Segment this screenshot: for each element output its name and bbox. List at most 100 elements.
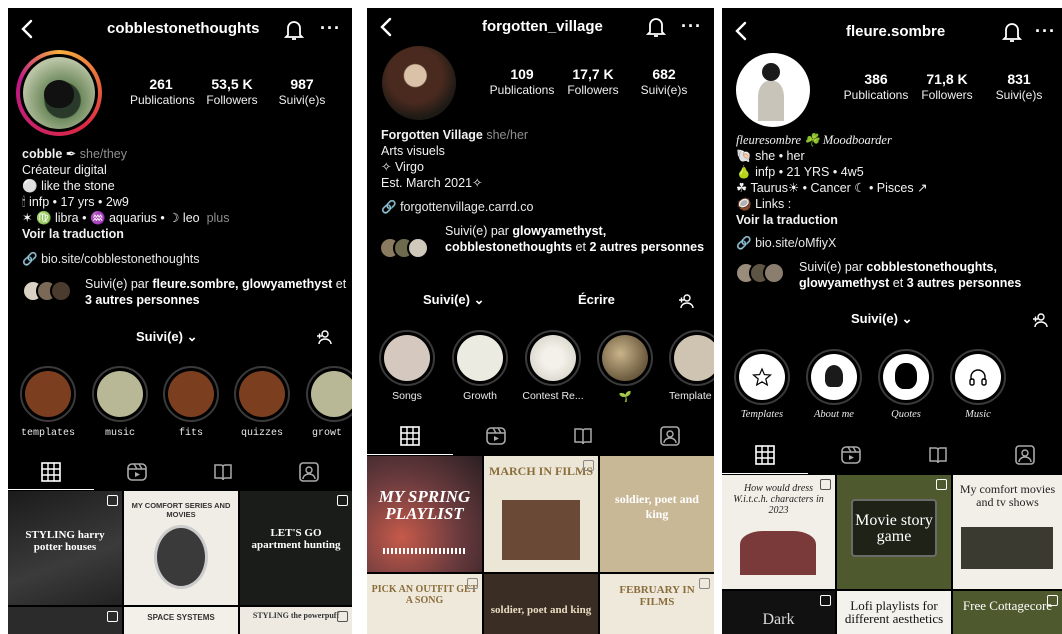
translate-link[interactable]: Voir la traduction — [736, 212, 928, 228]
reels-tab-icon[interactable] — [486, 426, 506, 446]
guides-tab-icon[interactable] — [573, 426, 593, 446]
pear-icon: 🍐 — [736, 165, 752, 179]
post-tile[interactable]: soldier, poet and king — [484, 574, 598, 634]
highlight-template[interactable] — [669, 330, 714, 386]
following-button[interactable]: Suivi(e) ⌄ — [136, 329, 198, 345]
chevron-down-icon: ⌄ — [186, 329, 198, 344]
bio-link[interactable]: 🔗 bio.site/oMfiyX — [736, 236, 836, 251]
active-tab-indicator — [8, 489, 94, 490]
highlight-templates[interactable] — [734, 349, 790, 405]
post-tile[interactable]: Movie story game — [837, 475, 951, 589]
stat-publications[interactable]: 109 Publications — [489, 66, 555, 97]
highlight-label: Music — [965, 409, 991, 420]
bio-link[interactable]: 🔗 forgottenvillage.carrd.co — [381, 200, 533, 215]
post-tile[interactable]: MY COMFORT SERIES AND MOVIES — [124, 491, 238, 605]
bell-icon[interactable] — [646, 16, 666, 38]
add-user-icon[interactable] — [316, 329, 332, 345]
highlight-quizzes[interactable] — [234, 366, 290, 422]
grid-tab-icon[interactable] — [400, 426, 420, 446]
highlight-growth[interactable] — [306, 366, 352, 422]
tagged-tab-icon[interactable] — [660, 426, 680, 446]
back-arrow-icon[interactable] — [18, 18, 36, 40]
guides-tab-icon[interactable] — [213, 462, 233, 482]
profile-avatar[interactable] — [382, 46, 456, 120]
highlight-label: templates — [20, 428, 75, 439]
stat-followers[interactable]: 53,5 K Followers — [203, 76, 261, 107]
highlight-fits[interactable] — [163, 366, 219, 422]
stat-following[interactable]: 831 Suivi(e)s — [990, 71, 1048, 102]
shell-icon: 🐚 — [736, 149, 752, 163]
highlight-label: quizzes — [240, 428, 283, 439]
profile-avatar[interactable] — [16, 50, 102, 136]
post-tile[interactable]: My comfort movies and tv shows — [953, 475, 1062, 589]
add-user-icon[interactable] — [1032, 312, 1048, 328]
profile-username: fleure.sombre — [846, 23, 946, 40]
stat-following[interactable]: 987 Suivi(e)s — [274, 76, 330, 107]
more-options-icon[interactable]: ··· — [681, 16, 702, 37]
post-tile[interactable]: STYLING the powerpuff — [240, 607, 352, 634]
post-tile[interactable]: MARCH IN FILMS — [484, 456, 598, 572]
post-tile[interactable]: Lofi playlists for different aesthetics — [837, 591, 951, 634]
post-tile[interactable]: PICK AN OUTFIT GET A SONG — [367, 574, 482, 634]
post-tile[interactable]: LET'S GO apartment hunting — [240, 491, 352, 605]
more-options-icon[interactable]: ··· — [1035, 21, 1056, 42]
bio-link[interactable]: 🔗 bio.site/cobblestonethoughts — [22, 252, 200, 267]
post-tile[interactable]: FEBRUARY IN FILMS — [600, 574, 714, 634]
back-arrow-icon[interactable] — [732, 20, 750, 42]
post-tile[interactable]: Dark — [722, 591, 835, 634]
highlight-label: About me — [814, 409, 854, 420]
highlight-music[interactable] — [92, 366, 148, 422]
post-tile[interactable]: soldier, poet and king — [600, 456, 714, 572]
highlight-songs[interactable] — [379, 330, 435, 386]
post-tile[interactable] — [8, 607, 122, 634]
tagged-tab-icon[interactable] — [299, 462, 319, 482]
message-button[interactable]: Écrire — [578, 292, 615, 307]
reels-tab-icon[interactable] — [841, 445, 861, 465]
highlight-music[interactable] — [950, 349, 1006, 405]
bell-icon[interactable] — [284, 19, 304, 41]
highlight-label: Growth — [463, 390, 497, 402]
more-options-icon[interactable]: ··· — [320, 18, 341, 39]
following-button[interactable]: Suivi(e) ⌄ — [423, 292, 485, 308]
followed-by-text[interactable]: Suivi(e) par fleure.sombre, glowyamethys… — [85, 276, 347, 308]
post-tile[interactable]: How would dress W.i.t.c.h. characters in… — [722, 475, 835, 589]
guides-tab-icon[interactable] — [928, 445, 948, 465]
post-tile[interactable]: MY SPRING PLAYLIST — [367, 456, 482, 572]
stat-publications[interactable]: 386 Publications — [842, 71, 910, 102]
highlight-growth[interactable] — [452, 330, 508, 386]
stat-publications[interactable]: 261 Publications — [130, 76, 195, 107]
bio-more-link[interactable]: plus — [207, 211, 230, 225]
reels-tab-icon[interactable] — [127, 462, 147, 482]
highlight-label: growt — [312, 428, 343, 439]
stat-followers[interactable]: 71,8 K Followers — [918, 71, 976, 102]
highlight-about-me[interactable] — [806, 349, 862, 405]
highlight-plant[interactable] — [597, 330, 653, 386]
highlight-contest[interactable] — [525, 330, 581, 386]
highlight-templates[interactable] — [20, 366, 76, 422]
post-tile[interactable]: Free Cottagecore — [953, 591, 1062, 634]
stone-icon: ⚪ — [22, 179, 38, 193]
post-tile[interactable]: SPACE SYSTEMS — [124, 607, 238, 634]
profile-username: forgotten_village — [482, 18, 603, 35]
mutual-avatar — [407, 237, 429, 259]
highlight-label: Songs — [392, 390, 422, 402]
following-button[interactable]: Suivi(e) ⌄ — [851, 311, 913, 327]
grid-tab-icon[interactable] — [41, 462, 61, 482]
add-user-icon[interactable] — [678, 293, 694, 309]
translate-link[interactable]: Voir la traduction — [22, 226, 230, 242]
stat-following[interactable]: 682 Suivi(e)s — [635, 66, 693, 97]
profile-avatar[interactable] — [736, 53, 810, 127]
post-tile[interactable]: STYLING harry potter houses — [8, 491, 122, 605]
followed-by-text[interactable]: Suivi(e) par glowyamethyst, cobblestonet… — [445, 223, 707, 255]
bell-icon[interactable] — [1002, 21, 1022, 43]
highlight-quotes[interactable] — [878, 349, 934, 405]
active-tab-indicator — [367, 454, 453, 455]
back-arrow-icon[interactable] — [377, 16, 395, 38]
stat-followers[interactable]: 17,7 K Followers — [563, 66, 623, 97]
mutual-avatar — [50, 280, 72, 302]
chevron-down-icon: ⌄ — [901, 311, 913, 326]
grid-tab-icon[interactable] — [755, 445, 775, 465]
tagged-tab-icon[interactable] — [1015, 445, 1035, 465]
link-icon: 🔗 — [736, 236, 752, 250]
followed-by-text[interactable]: Suivi(e) par cobblestonethoughts, glowya… — [799, 259, 1057, 291]
